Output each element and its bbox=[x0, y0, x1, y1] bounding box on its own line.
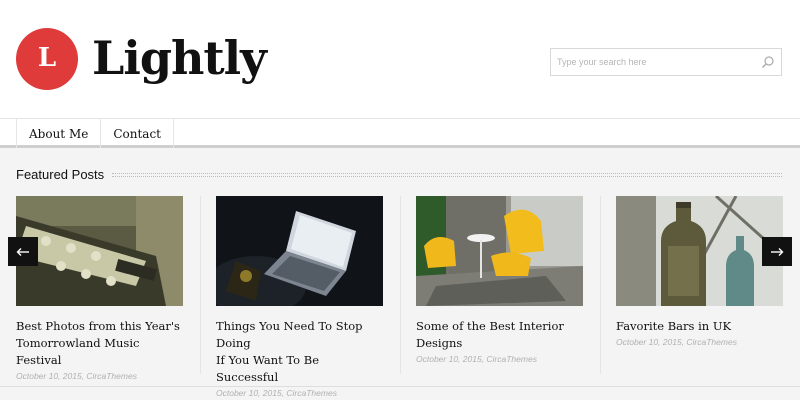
post-meta: October 10, 2015, CircaThemes bbox=[616, 337, 737, 347]
post-thumbnail-interior[interactable] bbox=[416, 196, 583, 306]
post-title[interactable]: Some of the Best Interior Designs bbox=[416, 318, 583, 352]
post-title[interactable]: Favorite Bars in UK bbox=[616, 318, 783, 335]
post-meta: October 10, 2015, CircaThemes bbox=[16, 371, 137, 381]
post-meta: October 10, 2015, CircaThemes bbox=[416, 354, 537, 364]
heading-divider bbox=[112, 173, 782, 177]
logo-badge[interactable]: L bbox=[16, 28, 78, 90]
post-thumbnail-laptop[interactable] bbox=[216, 196, 383, 306]
post-title-line[interactable]: Favorite Bars in UK bbox=[616, 318, 783, 335]
logo-letter: L bbox=[37, 43, 57, 73]
featured-heading: Featured Posts bbox=[16, 166, 105, 182]
main-nav: About Me Contact bbox=[0, 118, 800, 148]
post-card: Some of the Best Interior Designs Octobe… bbox=[416, 196, 583, 374]
post-title[interactable]: Things You Need To Stop Doing If You Wan… bbox=[216, 318, 383, 386]
post-title-line[interactable]: Designs bbox=[416, 335, 583, 352]
section-divider bbox=[0, 386, 800, 387]
site-title[interactable]: Lightly bbox=[92, 30, 267, 86]
post-divider bbox=[400, 196, 401, 374]
post-divider bbox=[600, 196, 601, 374]
search-box bbox=[550, 48, 782, 76]
site-header: L Lightly bbox=[0, 0, 800, 118]
post-divider bbox=[200, 196, 201, 374]
post-title-line[interactable]: Tomorrowland Music Festival bbox=[16, 335, 183, 369]
post-card: Favorite Bars in UK October 10, 2015, Ci… bbox=[616, 196, 783, 374]
featured-carousel: Best Photos from this Year's Tomorrowlan… bbox=[16, 196, 783, 398]
post-title-line[interactable]: Best Photos from this Year's bbox=[16, 318, 183, 335]
arrow-right-icon bbox=[771, 247, 784, 256]
post-thumbnail-bottles[interactable] bbox=[616, 196, 783, 306]
arrow-left-icon bbox=[16, 247, 29, 256]
featured-header: Featured Posts bbox=[16, 164, 782, 184]
post-title-line[interactable]: If You Want To Be Successful bbox=[216, 352, 383, 386]
post-title[interactable]: Best Photos from this Year's Tomorrowlan… bbox=[16, 318, 183, 369]
post-meta: October 10, 2015, CircaThemes bbox=[216, 388, 337, 398]
carousel-next-button[interactable] bbox=[762, 237, 792, 266]
search-icon[interactable] bbox=[761, 55, 775, 69]
post-title-line[interactable]: Some of the Best Interior bbox=[416, 318, 583, 335]
post-card: Things You Need To Stop Doing If You Wan… bbox=[216, 196, 383, 398]
search-input[interactable] bbox=[551, 49, 757, 75]
post-card: Best Photos from this Year's Tomorrowlan… bbox=[16, 196, 183, 381]
post-thumbnail-guitar[interactable] bbox=[16, 196, 183, 306]
carousel-prev-button[interactable] bbox=[8, 237, 38, 266]
nav-item-contact[interactable]: Contact bbox=[101, 119, 174, 148]
nav-item-about-me[interactable]: About Me bbox=[17, 119, 102, 148]
post-title-line[interactable]: Things You Need To Stop Doing bbox=[216, 318, 383, 352]
